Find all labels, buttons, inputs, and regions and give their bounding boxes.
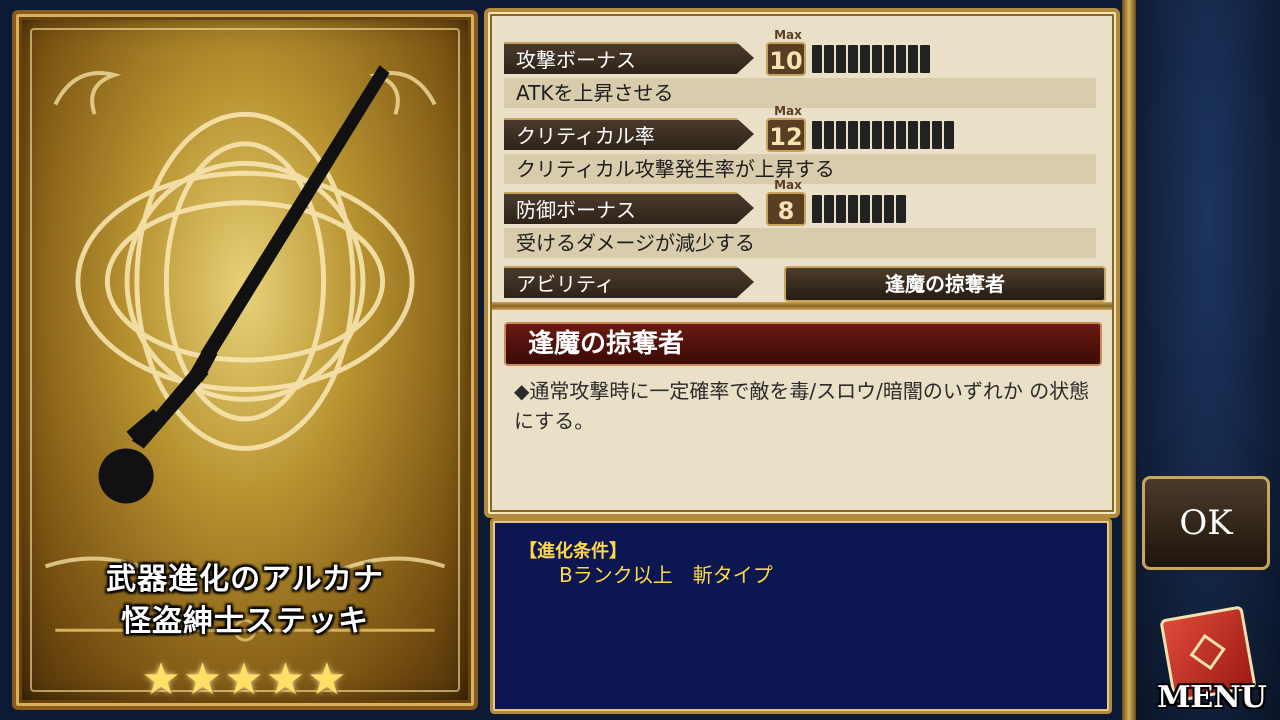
- evolution-condition-panel: 【進化条件】 Bランク以上 斬タイプ: [490, 518, 1112, 714]
- level-pip: [848, 195, 858, 223]
- stat-label: 防御ボーナス: [504, 192, 754, 224]
- evolution-condition: Bランク以上 斬タイプ: [559, 563, 773, 587]
- level-pip: [896, 195, 906, 223]
- weapon-card: 武器進化のアルカナ 怪盗紳士ステッキ ★★★★★: [12, 10, 478, 710]
- level-pip: [884, 195, 894, 223]
- level-pip: [920, 45, 930, 73]
- level-pips: [812, 45, 930, 73]
- level-pip: [836, 195, 846, 223]
- max-tag: Max: [774, 104, 802, 118]
- diamond-emblem: [1189, 633, 1226, 671]
- level-pip: [872, 195, 882, 223]
- ability-description: ◆通常攻撃時に一定確率で敵を毒/スロウ/暗闇のいずれか の状態にする。: [514, 379, 1090, 433]
- level-pip: [908, 45, 918, 73]
- level-pip: [944, 121, 954, 149]
- max-value: 12: [769, 123, 803, 151]
- gold-edge-divider: [1122, 0, 1136, 720]
- level-pip: [860, 45, 870, 73]
- card-name-line1: 武器進化のアルカナ: [106, 562, 384, 597]
- max-badge: Max 12: [766, 104, 806, 152]
- level-pips: [812, 195, 906, 223]
- max-value: 10: [769, 47, 803, 75]
- level-pip: [896, 45, 906, 73]
- ability-title: 逢魔の掠奪者: [504, 322, 1102, 366]
- level-pip: [824, 121, 834, 149]
- level-pip: [824, 195, 834, 223]
- stats-panel: 攻撃ボーナス Max 10 ATKを上昇させる クリティカル率 Max 12 ク…: [484, 8, 1120, 518]
- level-pip: [920, 121, 930, 149]
- stat-label: 攻撃ボーナス: [504, 42, 754, 74]
- max-tag: Max: [774, 178, 802, 192]
- ability-label: アビリティ: [504, 266, 754, 298]
- level-pip: [884, 45, 894, 73]
- level-pip: [872, 121, 882, 149]
- stat-description: 受けるダメージが減少する: [504, 228, 1096, 258]
- level-pip: [932, 121, 942, 149]
- menu-button[interactable]: MENU: [1150, 680, 1274, 715]
- level-pip: [848, 121, 858, 149]
- level-pip: [860, 121, 870, 149]
- level-pip: [908, 121, 918, 149]
- level-pip: [896, 121, 906, 149]
- level-pip: [824, 45, 834, 73]
- stat-label: クリティカル率: [504, 118, 754, 150]
- max-badge: Max 8: [766, 178, 806, 226]
- card-name-line2: 怪盗紳士ステッキ: [121, 604, 369, 639]
- level-pip: [836, 45, 846, 73]
- max-tag: Max: [774, 28, 802, 42]
- level-pip: [848, 45, 858, 73]
- panel-divider: [492, 302, 1112, 310]
- level-pip: [836, 121, 846, 149]
- ability-button[interactable]: 逢魔の掠奪者: [784, 266, 1106, 302]
- level-pip: [872, 45, 882, 73]
- rarity-stars: ★★★★★: [141, 654, 349, 705]
- ok-button[interactable]: OK: [1142, 476, 1270, 570]
- level-pips: [812, 121, 954, 149]
- level-pip: [884, 121, 894, 149]
- level-pip: [860, 195, 870, 223]
- level-pip: [812, 121, 822, 149]
- level-pip: [812, 45, 822, 73]
- max-badge: Max 10: [766, 28, 806, 76]
- max-value: 8: [777, 197, 795, 225]
- level-pip: [812, 195, 822, 223]
